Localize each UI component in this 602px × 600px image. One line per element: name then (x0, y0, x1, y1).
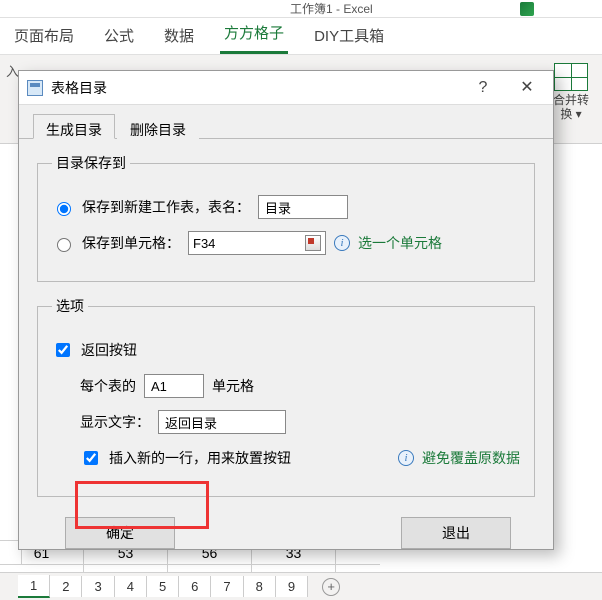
each-sheet-suffix: 单元格 (212, 376, 254, 396)
sheet-tab[interactable]: 1 (18, 575, 50, 598)
dialog-title: 表格目录 (51, 78, 461, 98)
radio-save-cell[interactable] (57, 238, 71, 252)
ribbon-tab-formulas[interactable]: 公式 (100, 21, 138, 54)
pick-cell-link[interactable]: 选一个单元格 (358, 233, 442, 253)
row-insert-row: 插入新的一行，用来放置按钮 i 避免覆盖原数据 (52, 442, 520, 474)
tab-generate[interactable]: 生成目录 (33, 114, 115, 139)
workbook-title: 工作簿1 - Excel (290, 0, 373, 17)
row-back-button: 返回按钮 (52, 334, 520, 366)
new-sheet-name-input[interactable] (258, 195, 348, 219)
exit-button[interactable]: 退出 (401, 517, 511, 549)
ribbon-merge-group[interactable]: 合并转 换 ▾ (548, 63, 594, 121)
row-save-cell: 保存到单元格： F34 i 选一个单元格 (52, 227, 520, 259)
check-insert-row-label[interactable]: 插入新的一行，用来放置按钮 (109, 448, 291, 468)
check-back-button[interactable] (56, 343, 70, 357)
ribbon-tab-fangfang[interactable]: 方方格子 (220, 18, 288, 54)
merge-label-1: 合并转 (548, 93, 594, 107)
sheet-tab[interactable]: 7 (211, 576, 243, 597)
sheet-tab[interactable]: 4 (115, 576, 147, 597)
display-text-input[interactable] (158, 410, 286, 434)
each-sheet-prefix: 每个表的 (80, 376, 136, 396)
sheet-tab[interactable]: 5 (147, 576, 179, 597)
each-sheet-cell-input[interactable] (144, 374, 204, 398)
tab-delete[interactable]: 删除目录 (117, 114, 199, 139)
close-button[interactable]: ✕ (505, 74, 549, 102)
ribbon-tab-pagelayout[interactable]: 页面布局 (10, 21, 78, 54)
dialog-icon (27, 80, 43, 96)
radio-save-new-sheet[interactable] (57, 202, 71, 216)
row-save-new-sheet: 保存到新建工作表，表名： (52, 191, 520, 223)
save-to-group: 目录保存到 保存到新建工作表，表名： 保存到单元格： F34 i 选一个单元格 (37, 153, 535, 282)
options-group: 选项 返回按钮 每个表的 单元格 显示文字： 插入新的一行，用来放置按钮 i 避… (37, 296, 535, 497)
merge-label-2: 换 ▾ (548, 107, 594, 121)
sheet-tab-bar: 1 2 3 4 5 6 7 8 9 + (0, 572, 602, 600)
ribbon-tab-data[interactable]: 数据 (160, 21, 198, 54)
radio-save-cell-label[interactable]: 保存到单元格： (82, 233, 180, 253)
excel-titlebar: 工作簿1 - Excel (0, 0, 602, 18)
ribbon-tab-diy[interactable]: DIY工具箱 (310, 21, 388, 54)
radio-save-new-sheet-label[interactable]: 保存到新建工作表，表名： (82, 197, 250, 217)
range-picker-icon[interactable] (305, 235, 321, 251)
avoid-overwrite-link[interactable]: 避免覆盖原数据 (422, 448, 520, 468)
ribbon-tabs: 页面布局 公式 数据 方方格子 DIY工具箱 (0, 18, 602, 54)
cell-ref-value: F34 (193, 236, 215, 251)
sheet-tab[interactable]: 8 (244, 576, 276, 597)
row-display-text: 显示文字： (52, 406, 520, 438)
display-text-label: 显示文字： (80, 412, 150, 432)
dialog-titlebar[interactable]: 表格目录 ? ✕ (19, 71, 553, 105)
merge-icon (554, 63, 588, 91)
dialog-buttons: 确定 退出 (37, 511, 535, 549)
options-legend: 选项 (52, 296, 88, 316)
sheet-tab[interactable]: 3 (82, 576, 114, 597)
new-sheet-button[interactable]: + (322, 578, 340, 596)
ok-button[interactable]: 确定 (65, 517, 175, 549)
sheet-tab[interactable]: 2 (50, 576, 82, 597)
check-insert-row[interactable] (84, 451, 98, 465)
sheet-tab[interactable]: 9 (276, 576, 308, 597)
sheet-tab[interactable]: 6 (179, 576, 211, 597)
dialog-tabs: 生成目录 删除目录 (19, 105, 553, 139)
cell-ref-input[interactable]: F34 (188, 231, 326, 255)
info-icon[interactable]: i (334, 235, 350, 251)
dialog-body: 目录保存到 保存到新建工作表，表名： 保存到单元格： F34 i 选一个单元格 … (19, 139, 553, 563)
row-each-sheet-cell: 每个表的 单元格 (52, 370, 520, 402)
help-button[interactable]: ? (461, 74, 505, 102)
check-back-button-label[interactable]: 返回按钮 (81, 340, 137, 360)
table-of-contents-dialog: 表格目录 ? ✕ 生成目录 删除目录 目录保存到 保存到新建工作表，表名： 保存… (18, 70, 554, 550)
info-icon[interactable]: i (398, 450, 414, 466)
ribbon-display-icon[interactable] (520, 2, 534, 16)
save-to-legend: 目录保存到 (52, 153, 130, 173)
